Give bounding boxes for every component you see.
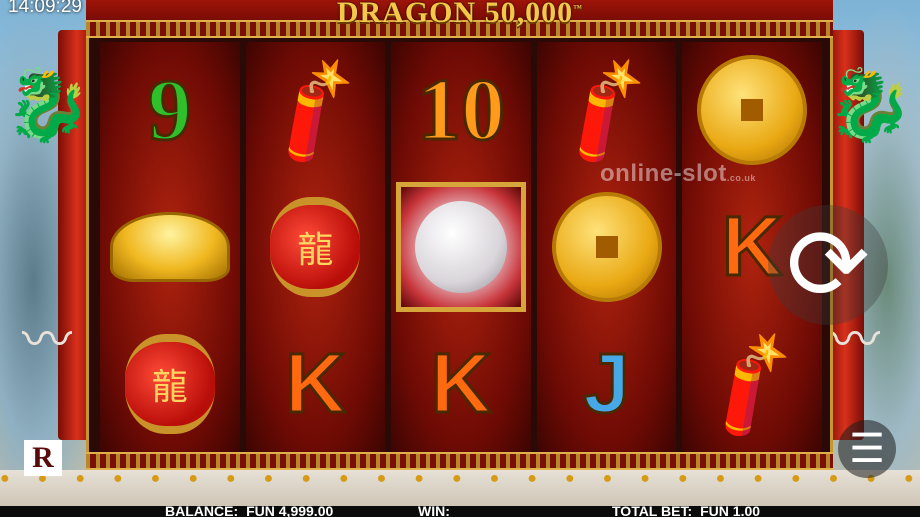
provider-logo-letter: R: [32, 441, 54, 474]
symbol-cell: [537, 179, 677, 316]
balance-display: BALANCE: FUN 4,999.00: [165, 506, 333, 517]
status-bar: BALANCE: FUN 4,999.00 WIN: TOTAL BET: FUN …: [0, 506, 920, 517]
symbol-cell: 🧨: [246, 42, 386, 179]
symbol-cell: 龍: [246, 179, 386, 316]
dragon-statue-right-icon: 🐉: [826, 66, 914, 144]
lantern-glyph: 龍: [151, 365, 188, 407]
symbol-cell: K: [391, 315, 531, 452]
symbol-cell: J: [537, 315, 677, 452]
total-bet-display: TOTAL BET: FUN 1.00: [612, 506, 760, 517]
symbol-cell: 10: [391, 42, 531, 179]
hamburger-icon: ☰: [849, 427, 885, 471]
gold-coin-icon: [551, 191, 662, 302]
reel-3: 10 K: [391, 42, 531, 452]
coin-hole: [741, 99, 764, 122]
symbol-cell: 🧨: [537, 42, 677, 179]
floor-coins-icon: ●●●●●●●●●●●●●●●●●●●●●●●●●●: [0, 470, 920, 487]
symbol-cell: [682, 42, 822, 179]
provider-logo: R: [24, 440, 62, 476]
firecracker-icon: 🧨: [543, 49, 670, 171]
clock: 14:09:29: [8, 0, 82, 17]
game-title: DRAGON 50,000™: [0, 0, 920, 30]
lantern-glyph: 龍: [297, 228, 334, 270]
reel-4: 🧨 J: [536, 42, 677, 452]
gold-coin-icon: [697, 55, 808, 166]
total-bet-label: TOTAL BET:: [612, 506, 693, 517]
symbol-cell: [391, 179, 531, 316]
menu-button[interactable]: ☰: [838, 420, 896, 478]
dragon-tail-left-icon: 〰: [22, 312, 72, 368]
dragon-statue-left-icon: 🐉: [4, 66, 92, 144]
symbol-cell: [100, 179, 240, 316]
frame-pattern-bottom: [86, 452, 833, 470]
symbol-cell: 🧨: [682, 315, 822, 452]
pearl-orb: [414, 200, 507, 293]
total-bet-value: FUN 1.00: [700, 506, 761, 517]
reel-1: 9 龍: [100, 42, 240, 452]
symbol-cell: 龍: [100, 315, 240, 452]
symbol-ten: 10: [415, 60, 506, 160]
symbol-k: K: [429, 335, 493, 432]
coin-hole: [595, 235, 618, 258]
symbol-k: K: [284, 335, 348, 432]
watermark: online-slot.co.uk: [600, 160, 756, 188]
symbol-j: J: [582, 335, 632, 432]
symbol-nine: 9: [146, 60, 193, 160]
balance-value: FUN 4,999.00: [246, 506, 334, 517]
balance-label: BALANCE:: [165, 506, 239, 517]
firecracker-icon: 🧨: [689, 323, 815, 445]
lantern-icon: 龍: [270, 196, 361, 297]
trademark: ™: [573, 3, 584, 13]
reel-grid: 9 龍 🧨 龍 K 10 K 🧨 J K 🧨: [100, 42, 822, 452]
reel-2: 🧨 龍 K: [245, 42, 386, 452]
watermark-text: online-slot: [600, 160, 727, 187]
lantern-icon: 龍: [124, 333, 215, 434]
gold-ingot-icon: [109, 211, 230, 282]
symbol-cell: K: [246, 315, 386, 452]
game-title-text: DRAGON 50,000: [336, 0, 574, 29]
watermark-suffix: .co.uk: [726, 173, 756, 183]
firecracker-icon: 🧨: [252, 49, 378, 171]
spin-button[interactable]: ⟳: [768, 205, 888, 325]
win-label: WIN:: [418, 506, 450, 517]
spin-arrows-icon: ⟳: [786, 209, 870, 321]
symbol-cell: 9: [100, 42, 240, 179]
win-display: WIN:: [418, 506, 458, 517]
pearl-icon: [395, 181, 526, 312]
